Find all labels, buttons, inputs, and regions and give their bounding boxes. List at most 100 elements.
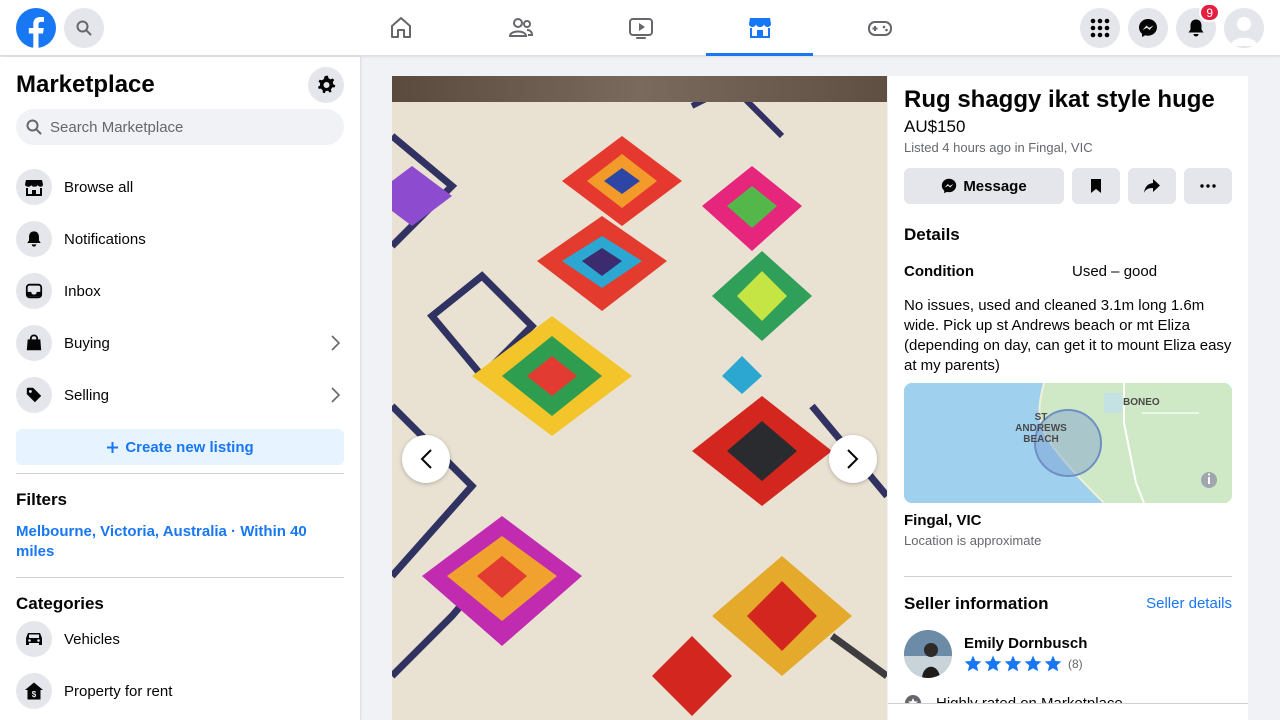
marketplace-sidebar: Marketplace Browse all Notifications Inb… (0, 57, 360, 720)
messenger-icon (942, 178, 957, 194)
create-new-listing-button[interactable]: Create new listing (16, 429, 344, 465)
category-label: Property for rent (64, 682, 173, 700)
seller-information-heading: Seller information (904, 594, 1049, 613)
listing-photo (392, 76, 887, 720)
location-name: Fingal, VIC (904, 512, 982, 529)
rating-count: (8) (1068, 656, 1083, 671)
save-button[interactable] (1072, 168, 1120, 204)
filters-heading: Filters (16, 490, 68, 509)
sidebar-item-selling[interactable]: Selling (16, 373, 344, 417)
search-icon (26, 119, 42, 135)
message-seller-button[interactable]: Message (904, 168, 1064, 204)
shopping-bag-icon (26, 334, 42, 351)
details-divider (904, 576, 1232, 577)
rug-image (392, 76, 887, 720)
home-icon (390, 17, 411, 38)
top-navigation-bar: 9 (0, 0, 1280, 56)
gamepad-icon (867, 21, 892, 36)
share-button[interactable] (1128, 168, 1176, 204)
storefront-icon (25, 180, 43, 196)
listing-price: AU$150 (904, 117, 966, 136)
message-composer-strip (888, 703, 1248, 720)
more-options-button[interactable] (1184, 168, 1232, 204)
sidebar-item-label: Inbox (64, 282, 101, 300)
bell-icon (1188, 19, 1204, 37)
listing-description: No issues, used and cleaned 3.1m long 1.… (904, 297, 1232, 374)
star-icon (1004, 655, 1022, 672)
settings-button[interactable] (308, 67, 344, 103)
categories-heading: Categories (16, 594, 104, 613)
sidebar-item-inbox[interactable]: Inbox (16, 269, 344, 313)
tab-home[interactable] (347, 0, 454, 56)
gear-icon (318, 75, 336, 94)
sidebar-item-browse-all[interactable]: Browse all (16, 165, 344, 209)
sidebar-divider (16, 473, 344, 474)
seller-details-link[interactable]: Seller details (1146, 595, 1232, 612)
location-note: Location is approximate (904, 533, 1042, 548)
category-property-for-rent[interactable]: $ Property for rent (16, 669, 344, 713)
create-new-listing-label: Create new listing (125, 438, 254, 456)
facebook-logo-icon[interactable] (16, 8, 56, 48)
chevron-right-icon (331, 387, 340, 403)
chevron-right-icon (331, 335, 340, 351)
star-icon (1044, 655, 1062, 672)
notifications-button[interactable]: 9 (1176, 3, 1220, 48)
friends-icon (508, 18, 533, 37)
search-icon (76, 20, 92, 36)
star-icon (964, 655, 982, 672)
tab-gaming[interactable] (826, 0, 933, 56)
sidebar-item-label: Browse all (64, 178, 134, 196)
seller-name[interactable]: Emily Dornbusch (964, 635, 1087, 652)
message-label: Message (963, 177, 1027, 195)
listing-title: Rug shaggy ikat style huge (904, 86, 1215, 113)
more-dots-icon (1200, 184, 1216, 188)
svg-text:$: $ (32, 690, 37, 699)
search-input[interactable] (50, 118, 330, 136)
price-tag-icon (26, 387, 42, 403)
location-map[interactable]: ST ANDREWS BEACH BONEO (904, 383, 1232, 503)
sidebar-item-notifications[interactable]: Notifications (16, 217, 344, 261)
listing-meta: Listed 4 hours ago in Fingal, VIC (904, 140, 1093, 155)
map-label-st: ST (1034, 412, 1048, 423)
house-dollar-icon: $ (25, 682, 43, 700)
notification-count-badge: 9 (1199, 3, 1220, 22)
sidebar-item-buying[interactable]: Buying (16, 321, 344, 365)
inbox-icon (25, 283, 43, 299)
sidebar-divider (16, 577, 344, 578)
menu-button[interactable] (1080, 8, 1120, 48)
sidebar-item-label: Selling (64, 386, 110, 404)
category-vehicles[interactable]: Vehicles (16, 617, 344, 661)
storefront-icon (748, 17, 771, 38)
star-icon (1024, 655, 1042, 672)
map-label-beach: BEACH (1023, 434, 1059, 445)
seller-avatar[interactable] (904, 630, 952, 678)
tab-marketplace[interactable] (706, 0, 813, 56)
sidebar-item-label: Buying (64, 334, 110, 352)
video-icon (628, 18, 653, 39)
menu-grid-icon (1090, 18, 1110, 38)
bell-icon (27, 231, 41, 247)
condition-value: Used – good (1072, 263, 1158, 280)
star-icon (984, 655, 1002, 672)
sidebar-title: Marketplace (16, 71, 155, 98)
messenger-icon (1139, 19, 1157, 37)
bookmark-icon (1091, 179, 1101, 193)
chevron-right-icon (847, 449, 859, 469)
previous-photo-button[interactable] (402, 435, 450, 483)
car-icon (26, 633, 42, 645)
search-button[interactable] (64, 8, 104, 48)
condition-label: Condition (904, 263, 974, 280)
listing-details-panel: Rug shaggy ikat style huge AU$150 Listed… (888, 76, 1248, 720)
location-filter-link[interactable]: Melbourne, Victoria, Australia · Within … (16, 522, 326, 562)
details-heading: Details (904, 225, 960, 244)
next-photo-button[interactable] (829, 435, 877, 483)
seller-rating: (8) (964, 655, 1083, 672)
sidebar-item-label: Notifications (64, 230, 146, 248)
tab-friends[interactable] (467, 0, 574, 56)
share-arrow-icon (1144, 179, 1160, 193)
plus-icon (107, 441, 119, 453)
account-avatar[interactable] (1224, 8, 1264, 48)
tab-watch[interactable] (587, 0, 694, 56)
messenger-button[interactable] (1128, 8, 1168, 48)
chevron-left-icon (420, 449, 432, 469)
